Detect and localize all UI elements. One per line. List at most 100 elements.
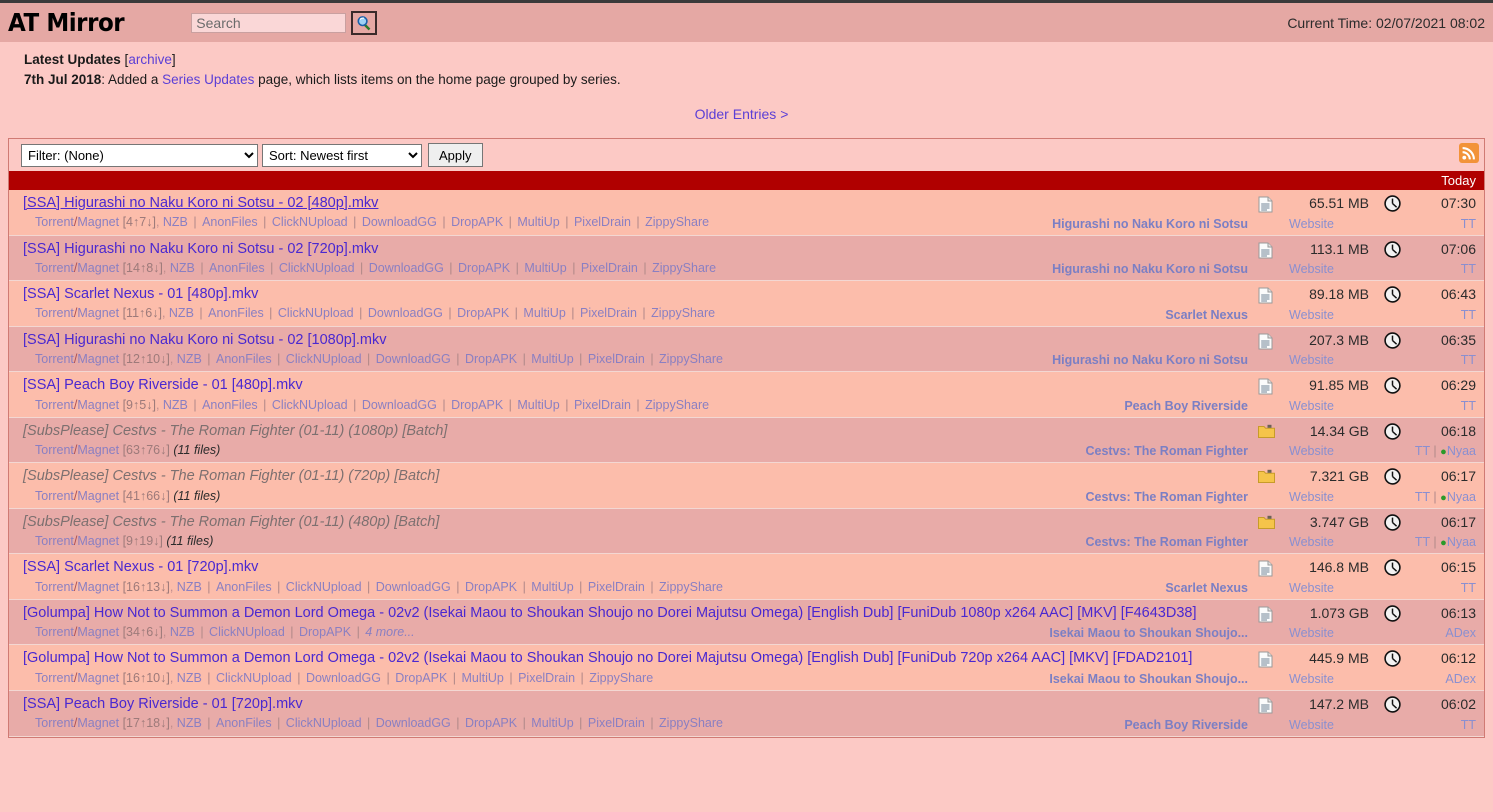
magnet-link[interactable]: Magnet bbox=[77, 716, 119, 730]
mirror-link[interactable]: MultiUp bbox=[462, 671, 504, 685]
website-link[interactable]: Website bbox=[1289, 308, 1334, 322]
magnet-link[interactable]: Magnet bbox=[77, 671, 119, 685]
mirror-link[interactable]: PixelDrain bbox=[588, 580, 645, 594]
mirror-link[interactable]: PixelDrain bbox=[588, 716, 645, 730]
website-link[interactable]: Website bbox=[1289, 490, 1334, 504]
mirror-link[interactable]: ClickNUpload bbox=[279, 261, 355, 275]
mirror-link[interactable]: PixelDrain bbox=[574, 398, 631, 412]
torrent-link[interactable]: Torrent bbox=[35, 398, 74, 412]
row-title-link[interactable]: [Golumpa] How Not to Summon a Demon Lord… bbox=[23, 650, 1192, 666]
website-link[interactable]: Website bbox=[1289, 672, 1334, 686]
nzb-link[interactable]: NZB bbox=[177, 671, 202, 685]
mirror-link[interactable]: DownloadGG bbox=[376, 580, 451, 594]
mirror-link[interactable]: DropAPK bbox=[451, 215, 503, 229]
row-series[interactable]: Scarlet Nexus bbox=[1165, 308, 1248, 322]
mirror-link[interactable]: DownloadGG bbox=[362, 398, 437, 412]
row-series[interactable]: Cestvs: The Roman Fighter bbox=[1085, 444, 1248, 458]
tag-link-adex[interactable]: ADex bbox=[1445, 626, 1476, 640]
website-link[interactable]: Website bbox=[1289, 262, 1334, 276]
magnet-link[interactable]: Magnet bbox=[77, 352, 119, 366]
mirror-link[interactable]: MultiUp bbox=[523, 306, 565, 320]
torrent-link[interactable]: Torrent bbox=[35, 352, 74, 366]
apply-button[interactable]: Apply bbox=[428, 143, 483, 168]
table-row[interactable]: [SubsPlease] Cestvs - The Roman Fighter … bbox=[9, 417, 1484, 463]
mirror-link[interactable]: AnonFiles bbox=[216, 352, 272, 366]
row-title-link[interactable]: [SSA] Scarlet Nexus - 01 [720p].mkv bbox=[23, 559, 258, 575]
mirror-link[interactable]: MultiUp bbox=[517, 398, 559, 412]
torrent-link[interactable]: Torrent bbox=[35, 489, 74, 503]
mirror-link[interactable]: DropAPK bbox=[457, 306, 509, 320]
older-entries-link[interactable]: Older Entries > bbox=[695, 106, 789, 122]
mirror-link[interactable]: AnonFiles bbox=[202, 215, 258, 229]
nzb-link[interactable]: NZB bbox=[170, 261, 195, 275]
tag-link-tt[interactable]: TT bbox=[1461, 262, 1476, 276]
torrent-link[interactable]: Torrent bbox=[35, 215, 74, 229]
mirror-link[interactable]: DropAPK bbox=[451, 398, 503, 412]
row-title-link[interactable]: [SSA] Higurashi no Naku Koro ni Sotsu - … bbox=[23, 241, 378, 257]
row-series[interactable]: Cestvs: The Roman Fighter bbox=[1085, 535, 1248, 549]
mirror-link[interactable]: MultiUp bbox=[517, 215, 559, 229]
magnet-link[interactable]: Magnet bbox=[77, 443, 119, 457]
nzb-link[interactable]: NZB bbox=[177, 352, 202, 366]
mirror-link[interactable]: ZippyShare bbox=[659, 716, 723, 730]
magnet-link[interactable]: Magnet bbox=[77, 580, 119, 594]
mirror-link[interactable]: ClickNUpload bbox=[286, 580, 362, 594]
tag-link-tt[interactable]: TT bbox=[1415, 490, 1430, 504]
table-row[interactable]: [SSA] Higurashi no Naku Koro ni Sotsu - … bbox=[9, 326, 1484, 372]
mirror-link[interactable]: PixelDrain bbox=[518, 671, 575, 685]
table-row[interactable]: [SSA] Scarlet Nexus - 01 [480p].mkv Torre… bbox=[9, 281, 1484, 326]
row-series[interactable]: Higurashi no Naku Koro ni Sotsu bbox=[1052, 262, 1248, 276]
website-link[interactable]: Website bbox=[1289, 217, 1334, 231]
nzb-link[interactable]: NZB bbox=[163, 215, 188, 229]
table-row[interactable]: [SubsPlease] Cestvs - The Roman Fighter … bbox=[9, 508, 1484, 554]
mirror-link[interactable]: DownloadGG bbox=[362, 215, 437, 229]
nzb-link[interactable]: NZB bbox=[169, 306, 194, 320]
website-link[interactable]: Website bbox=[1289, 399, 1334, 413]
mirror-link[interactable]: ZippyShare bbox=[645, 215, 709, 229]
mirror-link[interactable]: ZippyShare bbox=[659, 352, 723, 366]
magnet-link[interactable]: Magnet bbox=[77, 625, 119, 639]
mirror-link[interactable]: DownloadGG bbox=[376, 352, 451, 366]
website-link[interactable]: Website bbox=[1289, 535, 1334, 549]
magnet-link[interactable]: Magnet bbox=[77, 489, 119, 503]
website-link[interactable]: Website bbox=[1289, 718, 1334, 732]
row-title-link[interactable]: [SSA] Higurashi no Naku Koro ni Sotsu - … bbox=[23, 332, 387, 348]
row-series[interactable]: Peach Boy Riverside bbox=[1124, 718, 1248, 732]
nzb-link[interactable]: NZB bbox=[177, 580, 202, 594]
nzb-link[interactable]: NZB bbox=[177, 716, 202, 730]
nzb-link[interactable]: NZB bbox=[170, 625, 195, 639]
search-button[interactable] bbox=[351, 10, 378, 35]
row-series[interactable]: Isekai Maou to Shoukan Shoujo... bbox=[1049, 626, 1248, 640]
mirror-link[interactable]: DropAPK bbox=[465, 352, 517, 366]
mirror-link[interactable]: MultiUp bbox=[524, 261, 566, 275]
row-title-link[interactable]: [SSA] Peach Boy Riverside - 01 [720p].mk… bbox=[23, 696, 303, 712]
row-title-link[interactable]: [SSA] Higurashi no Naku Koro ni Sotsu - … bbox=[23, 195, 378, 211]
mirror-link[interactable]: AnonFiles bbox=[209, 261, 265, 275]
row-series[interactable]: Cestvs: The Roman Fighter bbox=[1085, 490, 1248, 504]
website-link[interactable]: Website bbox=[1289, 581, 1334, 595]
tag-link-tt[interactable]: TT bbox=[1461, 581, 1476, 595]
torrent-link[interactable]: Torrent bbox=[35, 716, 74, 730]
mirror-link[interactable]: DropAPK bbox=[458, 261, 510, 275]
torrent-link[interactable]: Torrent bbox=[35, 306, 74, 320]
tag-link-nyaa[interactable]: Nyaa bbox=[1447, 535, 1476, 549]
mirror-link[interactable]: DropAPK bbox=[465, 580, 517, 594]
tag-link-nyaa[interactable]: Nyaa bbox=[1447, 444, 1476, 458]
table-row[interactable]: [SSA] Higurashi no Naku Koro ni Sotsu - … bbox=[9, 235, 1484, 281]
magnet-link[interactable]: Magnet bbox=[77, 398, 119, 412]
torrent-link[interactable]: Torrent bbox=[35, 534, 74, 548]
archive-link[interactable]: archive bbox=[128, 52, 172, 67]
table-row[interactable]: [SSA] Higurashi no Naku Koro ni Sotsu - … bbox=[9, 190, 1484, 235]
mirror-link[interactable]: PixelDrain bbox=[581, 261, 638, 275]
mirror-link[interactable]: MultiUp bbox=[531, 716, 573, 730]
torrent-link[interactable]: Torrent bbox=[35, 261, 74, 275]
mirror-link[interactable]: ZippyShare bbox=[651, 306, 715, 320]
torrent-link[interactable]: Torrent bbox=[35, 443, 74, 457]
nzb-link[interactable]: NZB bbox=[163, 398, 188, 412]
mirror-link[interactable]: ClickNUpload bbox=[286, 716, 362, 730]
mirror-link[interactable]: DownloadGG bbox=[369, 261, 444, 275]
table-row[interactable]: [SSA] Scarlet Nexus - 01 [720p].mkv Torre… bbox=[9, 554, 1484, 599]
magnet-link[interactable]: Magnet bbox=[77, 534, 119, 548]
torrent-link[interactable]: Torrent bbox=[35, 625, 74, 639]
table-row[interactable]: [Golumpa] How Not to Summon a Demon Lord… bbox=[9, 645, 1484, 690]
